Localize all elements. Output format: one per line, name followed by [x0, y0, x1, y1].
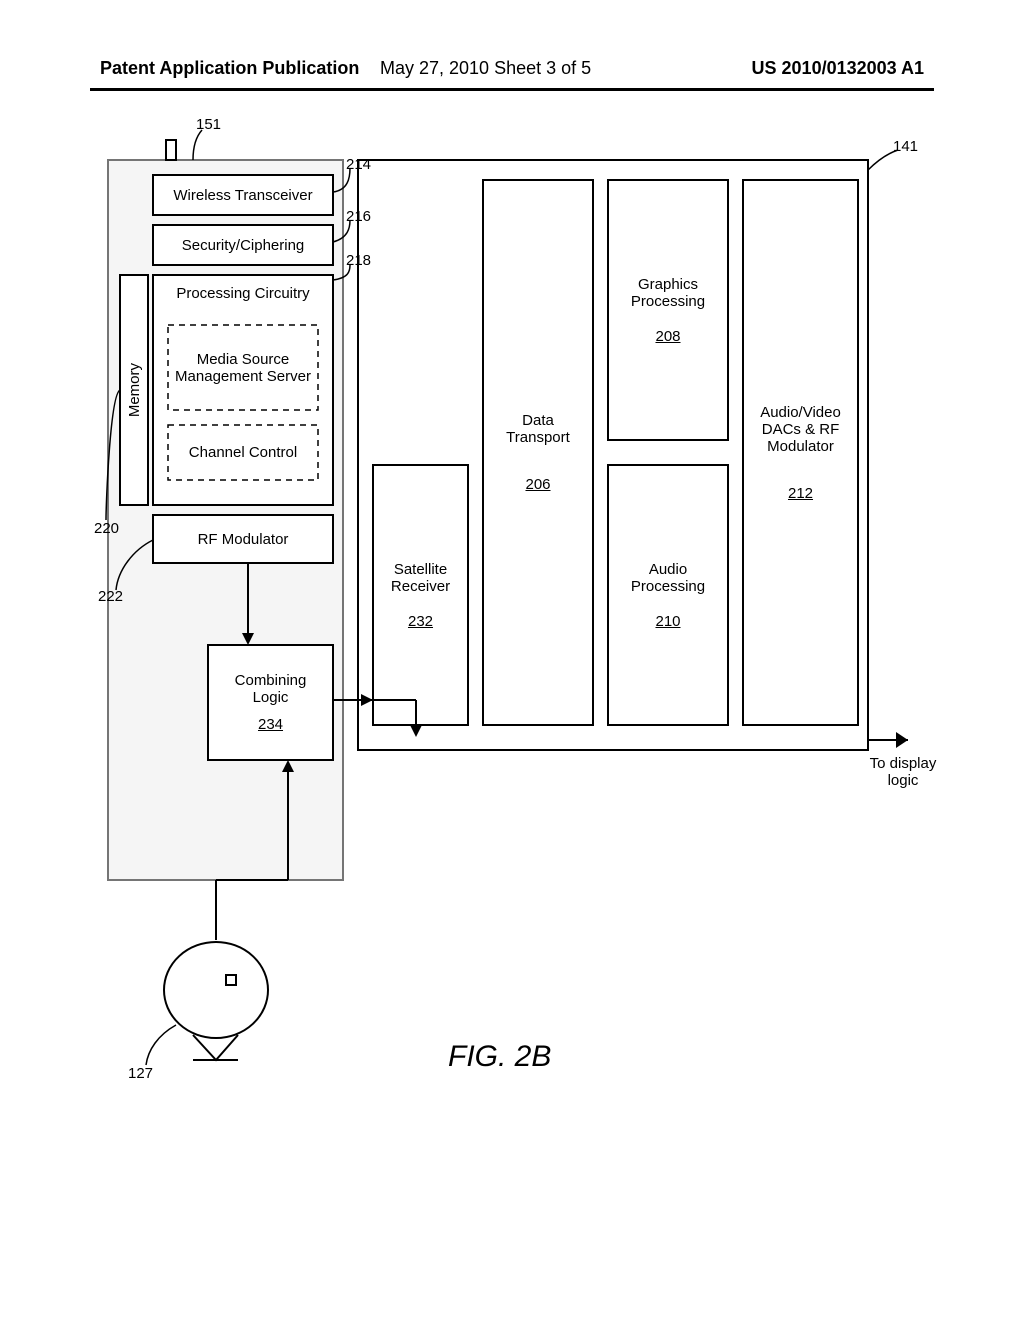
sat-ref: 232 [408, 613, 433, 630]
figure-drawing: 141 151 214 216 218 220 222 127 Graphics… [98, 120, 918, 1220]
block-combining-logic: Combining Logic 234 [208, 645, 333, 760]
ref-127: 127 [128, 1065, 153, 1082]
media-line1: Media Source [197, 351, 290, 368]
header-left: Patent Application Publication [100, 58, 359, 79]
dac-ref: 212 [788, 485, 813, 502]
ref-216: 216 [346, 208, 371, 225]
media-line2: Management Server [175, 368, 311, 385]
channel-label: Channel Control [189, 444, 297, 461]
block-security-ciphering: Security/Ciphering [153, 225, 333, 265]
combining-ref: 234 [258, 716, 283, 733]
dac-line1: Audio/Video [760, 404, 841, 421]
data-ref: 206 [525, 476, 550, 493]
combining-line1: Combining [235, 672, 307, 689]
block-memory: Memory [120, 275, 148, 505]
graphics-line2: Processing [631, 293, 705, 310]
block-satellite-receiver: Satellite Receiver 232 [373, 465, 468, 725]
block-graphics-processing: Graphics Processing 208 [608, 180, 728, 440]
graphics-line1: Graphics [638, 276, 698, 293]
data-line2: Transport [506, 429, 570, 446]
audio-line1: Audio [649, 561, 687, 578]
ref-220: 220 [94, 520, 119, 537]
block-rf-modulator: RF Modulator [153, 515, 333, 563]
block-processing-circuitry: Processing Circuitry Media Source Manage… [153, 275, 333, 505]
dac-line2: DACs & RF [762, 421, 840, 438]
header-middle: May 27, 2010 Sheet 3 of 5 [380, 58, 591, 79]
dac-line3: Modulator [767, 438, 834, 455]
ref-141: 141 [893, 138, 918, 155]
block-data-transport: Data Transport 206 [483, 180, 593, 725]
figure-label: FIG. 2B [448, 1040, 551, 1074]
output-label: To display logic [868, 755, 938, 789]
ref-151: 151 [196, 116, 221, 133]
proc-label: Processing Circuitry [153, 285, 333, 302]
audio-ref: 210 [655, 613, 680, 630]
page-header: Patent Application Publication May 27, 2… [0, 58, 1024, 98]
ref-222: 222 [98, 588, 123, 605]
sat-line2: Receiver [391, 578, 450, 595]
graphics-ref: 208 [655, 328, 680, 345]
ref-218: 218 [346, 252, 371, 269]
rfmod-label: RF Modulator [198, 531, 289, 548]
data-line1: Data [522, 412, 554, 429]
security-label: Security/Ciphering [182, 237, 305, 254]
sat-line1: Satellite [394, 561, 447, 578]
header-rule [90, 88, 934, 91]
wireless-label: Wireless Transceiver [173, 187, 312, 204]
combining-line2: Logic [253, 689, 289, 706]
block-audio-processing: Audio Processing 210 [608, 465, 728, 725]
block-wireless-transceiver: Wireless Transceiver [153, 175, 333, 215]
block-dac-rf-modulator: Audio/Video DACs & RF Modulator 212 [743, 180, 858, 725]
ref-214: 214 [346, 156, 371, 173]
memory-label: Memory [126, 363, 143, 417]
header-right: US 2010/0132003 A1 [752, 58, 924, 79]
audio-line2: Processing [631, 578, 705, 595]
